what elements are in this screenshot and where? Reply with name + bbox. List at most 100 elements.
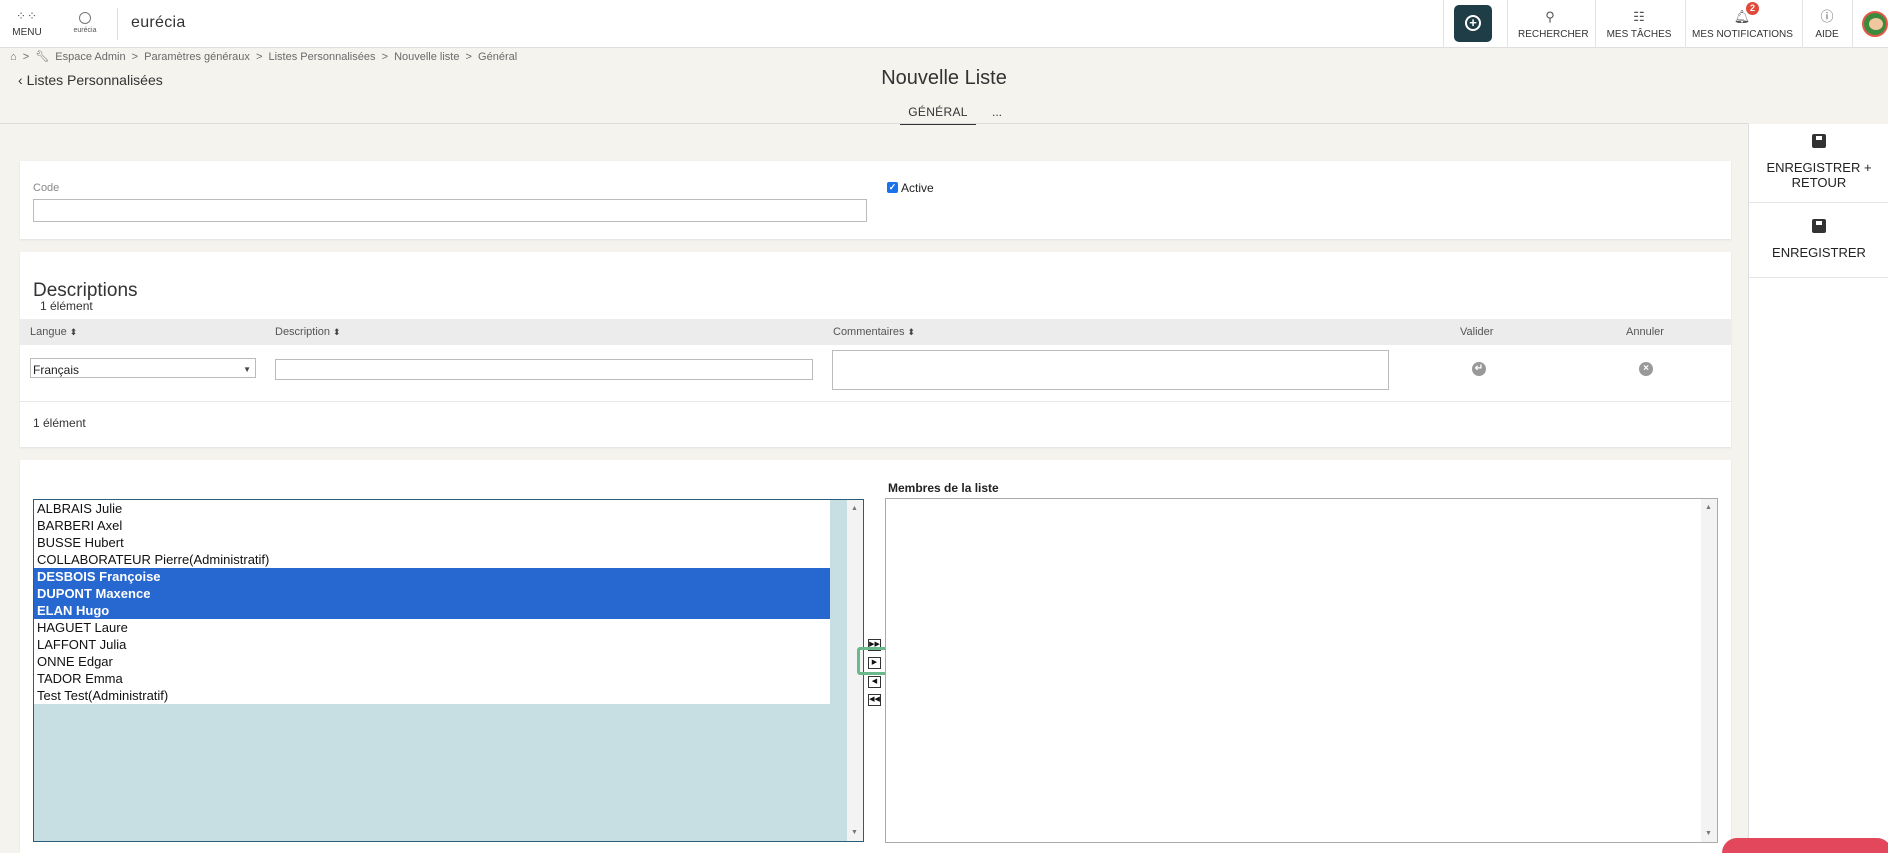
column-header-comments[interactable]: Commentaires ⬍ [833, 326, 915, 338]
tab-more[interactable]: ... [992, 105, 1002, 119]
divider [1443, 0, 1444, 48]
bell-icon: 🔔︎ 2 [1692, 2, 1792, 25]
breadcrumb-separator: > [381, 51, 388, 63]
save-button[interactable]: ENREGISTRER [1749, 219, 1888, 260]
descriptions-count-top: 1 élément [40, 299, 93, 313]
tab-general[interactable]: GÉNÉRAL [900, 105, 976, 125]
descriptions-table-header: Langue ⬍ Description ⬍ Commentaires ⬍ Valid… [20, 319, 1731, 345]
header-divider [0, 123, 1748, 124]
scroll-up-icon[interactable]: ▲ [851, 505, 858, 512]
notification-badge: 2 [1746, 2, 1759, 15]
available-users-list: ALBRAIS Julie BARBERI Axel BUSSE Hubert COL… [34, 500, 830, 704]
breadcrumb-item-custom-lists[interactable]: Listes Personnalisées [268, 51, 375, 63]
brand-logo[interactable]: eurécia [131, 14, 186, 32]
list-item[interactable]: DESBOIS Françoise [34, 568, 830, 585]
create-button[interactable]: + [1454, 5, 1492, 42]
action-panel: ENREGISTRER + RETOUR ENREGISTRER [1748, 124, 1888, 853]
list-members-listbox[interactable]: ▲ ▼ [885, 498, 1718, 843]
code-label: Code [33, 182, 60, 194]
app-logo-small[interactable]: eurécia [70, 12, 100, 34]
help-button[interactable]: ⓘ AIDE [1812, 9, 1842, 40]
available-users-listbox[interactable]: ALBRAIS Julie BARBERI Axel BUSSE Hubert COL… [33, 499, 864, 842]
column-header-description[interactable]: Description ⬍ [275, 326, 341, 338]
breadcrumb-item-new-list[interactable]: Nouvelle liste [394, 51, 459, 63]
divider [1749, 202, 1888, 203]
cancel-icon[interactable]: × [1639, 362, 1653, 376]
divider [1852, 0, 1853, 48]
save-label: ENREGISTRER [1772, 245, 1866, 260]
top-bar: ⁘⁘ MENU eurécia eurécia + ⚲ RECHERCHER ☷… [0, 0, 1888, 48]
list-item[interactable]: Test Test(Administratif) [34, 687, 830, 704]
search-label: RECHERCHER [1518, 29, 1589, 40]
breadcrumb: ⌂ > 🔧︎ Espace Admin > Paramètres générau… [10, 50, 520, 63]
move-left-button[interactable]: ◀ [868, 676, 881, 688]
column-header-cancel: Annuler [1626, 326, 1664, 338]
list-item[interactable]: TADOR Emma [34, 670, 830, 687]
listbox-scrollbar[interactable]: ▲ ▼ [1701, 499, 1717, 842]
plus-circle-icon: + [1465, 15, 1481, 31]
menu-button[interactable]: ⁘⁘ MENU [12, 10, 42, 38]
list-item[interactable]: COLLABORATEUR Pierre(Administratif) [34, 551, 830, 568]
validate-icon[interactable]: ↵ [1472, 362, 1486, 376]
divider [1685, 0, 1686, 48]
list-item[interactable]: ONNE Edgar [34, 653, 830, 670]
divider [1507, 0, 1508, 48]
sort-icon: ⬍ [69, 327, 78, 337]
members-card: ALBRAIS Julie BARBERI Axel BUSSE Hubert COL… [20, 460, 1731, 853]
list-item[interactable]: BUSSE Hubert [34, 534, 830, 551]
tasks-icon: ☷ [1633, 9, 1645, 24]
list-item[interactable]: HAGUET Laure [34, 619, 830, 636]
save-icon [1812, 219, 1826, 233]
scroll-up-icon[interactable]: ▲ [1705, 504, 1712, 511]
general-card: Code ✓ Active [20, 161, 1731, 239]
logo-icon [79, 12, 91, 24]
notifications-button[interactable]: 🔔︎ 2 MES NOTIFICATIONS [1692, 2, 1793, 40]
grid-icon: ⁘⁘ [15, 9, 39, 23]
divider [117, 8, 118, 40]
scroll-down-icon[interactable]: ▼ [851, 829, 858, 836]
language-select[interactable]: Français ▼ [30, 358, 256, 378]
comment-textarea[interactable] [832, 350, 1389, 390]
scroll-down-icon[interactable]: ▼ [1705, 830, 1712, 837]
breadcrumb-separator: > [131, 51, 139, 63]
sort-icon: ⬍ [907, 327, 916, 337]
page-title: Nouvelle Liste [881, 67, 1007, 89]
search-button[interactable]: ⚲ RECHERCHER [1518, 9, 1589, 40]
code-input[interactable] [33, 199, 867, 222]
save-return-button[interactable]: ENREGISTRER + RETOUR [1749, 134, 1888, 190]
user-avatar[interactable] [1862, 11, 1888, 37]
tasks-button[interactable]: ☷ MES TÂCHES [1605, 9, 1673, 40]
list-item[interactable]: DUPONT Maxence [34, 585, 830, 602]
chevron-down-icon: ▼ [243, 365, 251, 374]
divider [1802, 0, 1803, 48]
column-header-validate: Valider [1460, 326, 1494, 338]
menu-label: MENU [12, 27, 42, 38]
column-header-language[interactable]: Langue ⬍ [30, 326, 77, 338]
language-select-value: Français [33, 363, 80, 377]
wrench-icon: 🔧︎ [35, 51, 50, 63]
list-item[interactable]: BARBERI Axel [34, 517, 830, 534]
list-item[interactable]: LAFFONT Julia [34, 636, 830, 653]
search-icon: ⚲ [1545, 9, 1555, 24]
divider [20, 401, 1731, 402]
active-label: Active [901, 181, 934, 195]
tasks-label: MES TÂCHES [1606, 29, 1672, 40]
list-item[interactable]: ELAN Hugo [34, 602, 830, 619]
members-label: Membres de la liste [888, 481, 999, 495]
help-label: AIDE [1815, 29, 1839, 40]
list-item[interactable]: ALBRAIS Julie [34, 500, 830, 517]
home-icon[interactable]: ⌂ [10, 51, 17, 63]
active-checkbox[interactable]: ✓ [887, 182, 898, 193]
breadcrumb-separator: > [465, 51, 472, 63]
breadcrumb-item-general-settings[interactable]: Paramètres généraux [144, 51, 250, 63]
help-icon: ⓘ [1820, 9, 1834, 24]
breadcrumb-item-admin[interactable]: Espace Admin [55, 51, 125, 63]
description-input[interactable] [275, 359, 813, 380]
save-return-icon [1812, 134, 1826, 148]
breadcrumb-item-general: Général [478, 51, 518, 63]
breadcrumb-separator: > [22, 51, 30, 63]
save-return-label-line1: ENREGISTRER + [1766, 160, 1872, 175]
move-all-left-button[interactable]: ◀◀ [868, 694, 881, 706]
avatar-face [1869, 18, 1883, 30]
chat-widget-button[interactable] [1722, 838, 1888, 853]
